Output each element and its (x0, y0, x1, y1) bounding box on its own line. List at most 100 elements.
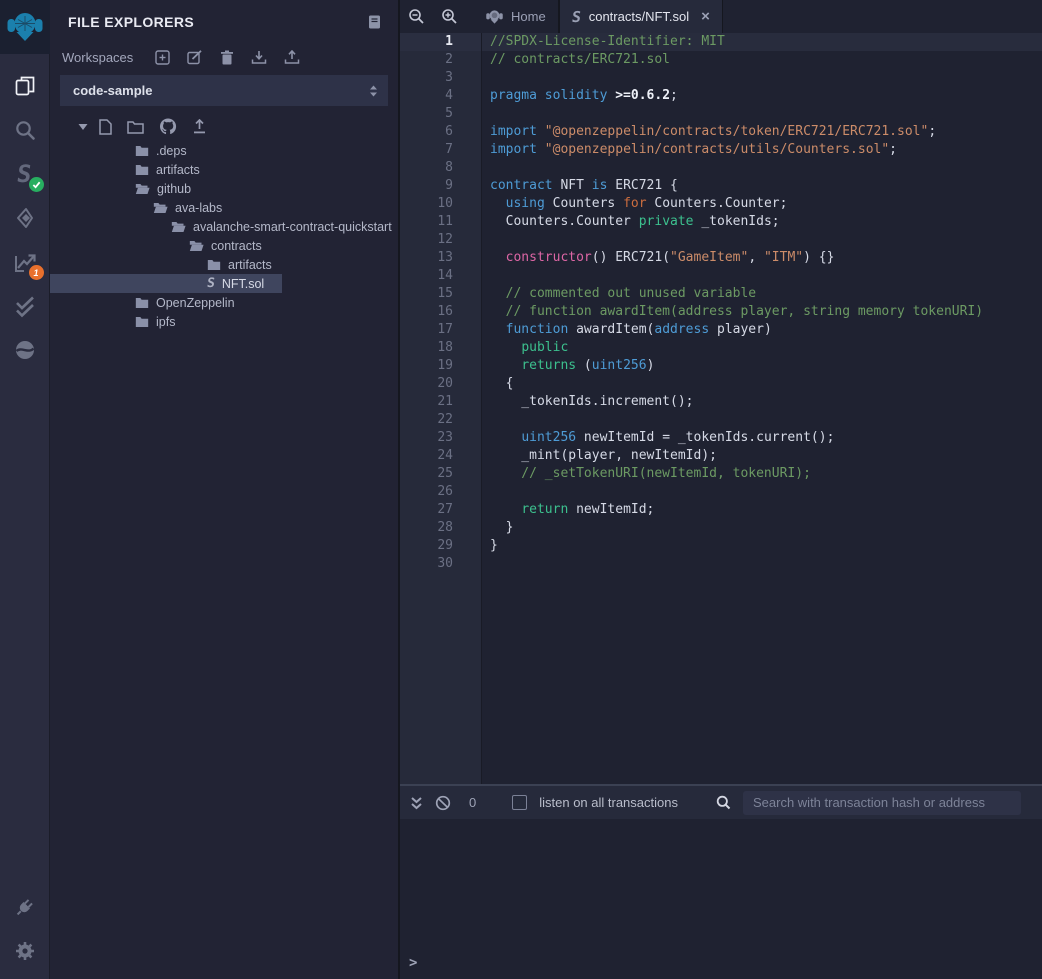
code-line-6[interactable]: 6import "@openzeppelin/contracts/token/E… (400, 123, 1042, 141)
code-line-2[interactable]: 2// contracts/ERC721.sol (400, 51, 1042, 69)
tree-item-ava-labs[interactable]: ava-labs (50, 198, 398, 217)
tree-item-label: github (157, 182, 191, 196)
code-line-21[interactable]: 21 _tokenIds.increment(); (400, 393, 1042, 411)
new-folder-icon[interactable] (127, 120, 144, 134)
tree-item-github[interactable]: github (50, 179, 398, 198)
code-line-28[interactable]: 28 } (400, 519, 1042, 537)
code-line-17[interactable]: 17 function awardItem(address player) (400, 321, 1042, 339)
line-number: 10 (400, 195, 482, 213)
tab-contracts-nft-sol[interactable]: S contracts/NFT.sol × (559, 0, 723, 33)
code-line-content: { (482, 375, 513, 393)
line-number: 3 (400, 69, 482, 87)
code-line-30[interactable]: 30 (400, 555, 1042, 573)
editor-tabbar: Home S contracts/NFT.sol × (400, 0, 1042, 33)
code-line-22[interactable]: 22 (400, 411, 1042, 429)
workspace-select[interactable]: code-sample (60, 75, 388, 106)
code-line-13[interactable]: 13 constructor() ERC721("GameItem", "ITM… (400, 249, 1042, 267)
code-line-23[interactable]: 23 uint256 newItemId = _tokenIds.current… (400, 429, 1042, 447)
line-number: 15 (400, 285, 482, 303)
folder-closed-icon (135, 164, 149, 176)
sidebar-item-sourcify[interactable] (0, 328, 50, 372)
tree-item-artifacts[interactable]: artifacts (50, 160, 398, 179)
download-workspaces-icon[interactable] (251, 50, 267, 65)
folder-closed-icon (207, 259, 221, 271)
tree-item-avalanche-smart-contract-quickstart[interactable]: avalanche-smart-contract-quickstart (50, 217, 398, 236)
delete-workspace-icon[interactable] (220, 50, 234, 65)
book-icon[interactable] (367, 14, 382, 30)
code-line-27[interactable]: 27 return newItemId; (400, 501, 1042, 519)
listen-transactions-label: listen on all transactions (539, 795, 678, 810)
code-line-content: // function awardItem(address player, st… (482, 303, 983, 321)
select-arrows-icon (369, 85, 378, 97)
code-line-29[interactable]: 29} (400, 537, 1042, 555)
close-icon[interactable]: × (701, 8, 710, 25)
pending-tx-count: 0 (469, 795, 476, 810)
collapse-caret-icon[interactable] (78, 123, 88, 131)
folder-open-icon (153, 202, 168, 214)
zoom-out-icon[interactable] (400, 0, 433, 33)
code-line-26[interactable]: 26 (400, 483, 1042, 501)
tab-label: Home (511, 9, 546, 24)
create-workspace-icon[interactable] (155, 50, 170, 65)
github-icon[interactable] (159, 118, 177, 135)
tree-item--deps[interactable]: .deps (50, 141, 398, 160)
tree-item-openzeppelin[interactable]: OpenZeppelin (50, 293, 398, 312)
terminal-search-input[interactable] (743, 791, 1021, 815)
remix-logo[interactable] (0, 0, 50, 54)
tree-item-ipfs[interactable]: ipfs (50, 312, 398, 331)
sidebar-item-analysis[interactable]: 1 (0, 240, 50, 284)
line-number: 17 (400, 321, 482, 339)
sidebar-item-plugin-manager[interactable] (0, 885, 50, 929)
code-line-19[interactable]: 19 returns (uint256) (400, 357, 1042, 375)
clear-console-icon[interactable] (435, 795, 451, 811)
code-line-15[interactable]: 15 // commented out unused variable (400, 285, 1042, 303)
code-line-25[interactable]: 25 // _setTokenURI(newItemId, tokenURI); (400, 465, 1042, 483)
sidebar-item-solidity-compiler[interactable]: S (0, 152, 50, 196)
tree-item-artifacts[interactable]: artifacts (50, 255, 398, 274)
remix-logo-icon (7, 10, 43, 44)
line-number: 29 (400, 537, 482, 555)
code-line-4[interactable]: 4pragma solidity >=0.6.2; (400, 87, 1042, 105)
workspace-selected-value: code-sample (73, 83, 152, 98)
code-line-10[interactable]: 10 using Counters for Counters.Counter; (400, 195, 1042, 213)
code-line-11[interactable]: 11 Counters.Counter private _tokenIds; (400, 213, 1042, 231)
code-line-12[interactable]: 12 (400, 231, 1042, 249)
code-line-3[interactable]: 3 (400, 69, 1042, 87)
new-file-icon[interactable] (99, 119, 112, 135)
sidebar-item-settings[interactable] (0, 929, 50, 973)
code-line-18[interactable]: 18 public (400, 339, 1042, 357)
remix-ide-window: S 1 (0, 0, 1042, 979)
code-line-7[interactable]: 7import "@openzeppelin/contracts/utils/C… (400, 141, 1042, 159)
line-number: 21 (400, 393, 482, 411)
code-line-content: pragma solidity >=0.6.2; (482, 87, 678, 105)
listen-transactions-checkbox[interactable] (512, 795, 527, 810)
code-editor[interactable]: 1//SPDX-License-Identifier: MIT2// contr… (400, 33, 1042, 784)
sidebar-item-deploy-run[interactable] (0, 196, 50, 240)
code-line-16[interactable]: 16 // function awardItem(address player,… (400, 303, 1042, 321)
zoom-in-icon[interactable] (433, 0, 466, 33)
code-line-5[interactable]: 5 (400, 105, 1042, 123)
restore-workspaces-icon[interactable] (284, 50, 300, 65)
sidebar-item-file-explorer[interactable] (0, 64, 50, 108)
publish-icon[interactable] (192, 119, 207, 134)
folder-closed-icon (135, 297, 149, 309)
collapse-terminal-icon[interactable] (410, 796, 423, 810)
code-line-14[interactable]: 14 (400, 267, 1042, 285)
tree-item-contracts[interactable]: contracts (50, 236, 398, 255)
code-line-1[interactable]: 1//SPDX-License-Identifier: MIT (400, 33, 1042, 51)
rename-workspace-icon[interactable] (187, 50, 203, 65)
code-line-content (482, 555, 490, 573)
tree-item-nft-sol[interactable]: SNFT.sol (50, 274, 282, 293)
code-line-content: constructor() ERC721("GameItem", "ITM") … (482, 249, 834, 267)
code-line-20[interactable]: 20 { (400, 375, 1042, 393)
tab-home[interactable]: Home (474, 0, 559, 33)
terminal-panel: 0 listen on all transactions > (400, 784, 1042, 979)
sidebar-item-unit-testing[interactable] (0, 284, 50, 328)
terminal-search-icon (716, 795, 731, 810)
line-number: 7 (400, 141, 482, 159)
code-line-24[interactable]: 24 _mint(player, newItemId); (400, 447, 1042, 465)
sidebar-item-search[interactable] (0, 108, 50, 152)
terminal-output[interactable]: > (400, 819, 1042, 979)
code-line-8[interactable]: 8 (400, 159, 1042, 177)
code-line-9[interactable]: 9contract NFT is ERC721 { (400, 177, 1042, 195)
